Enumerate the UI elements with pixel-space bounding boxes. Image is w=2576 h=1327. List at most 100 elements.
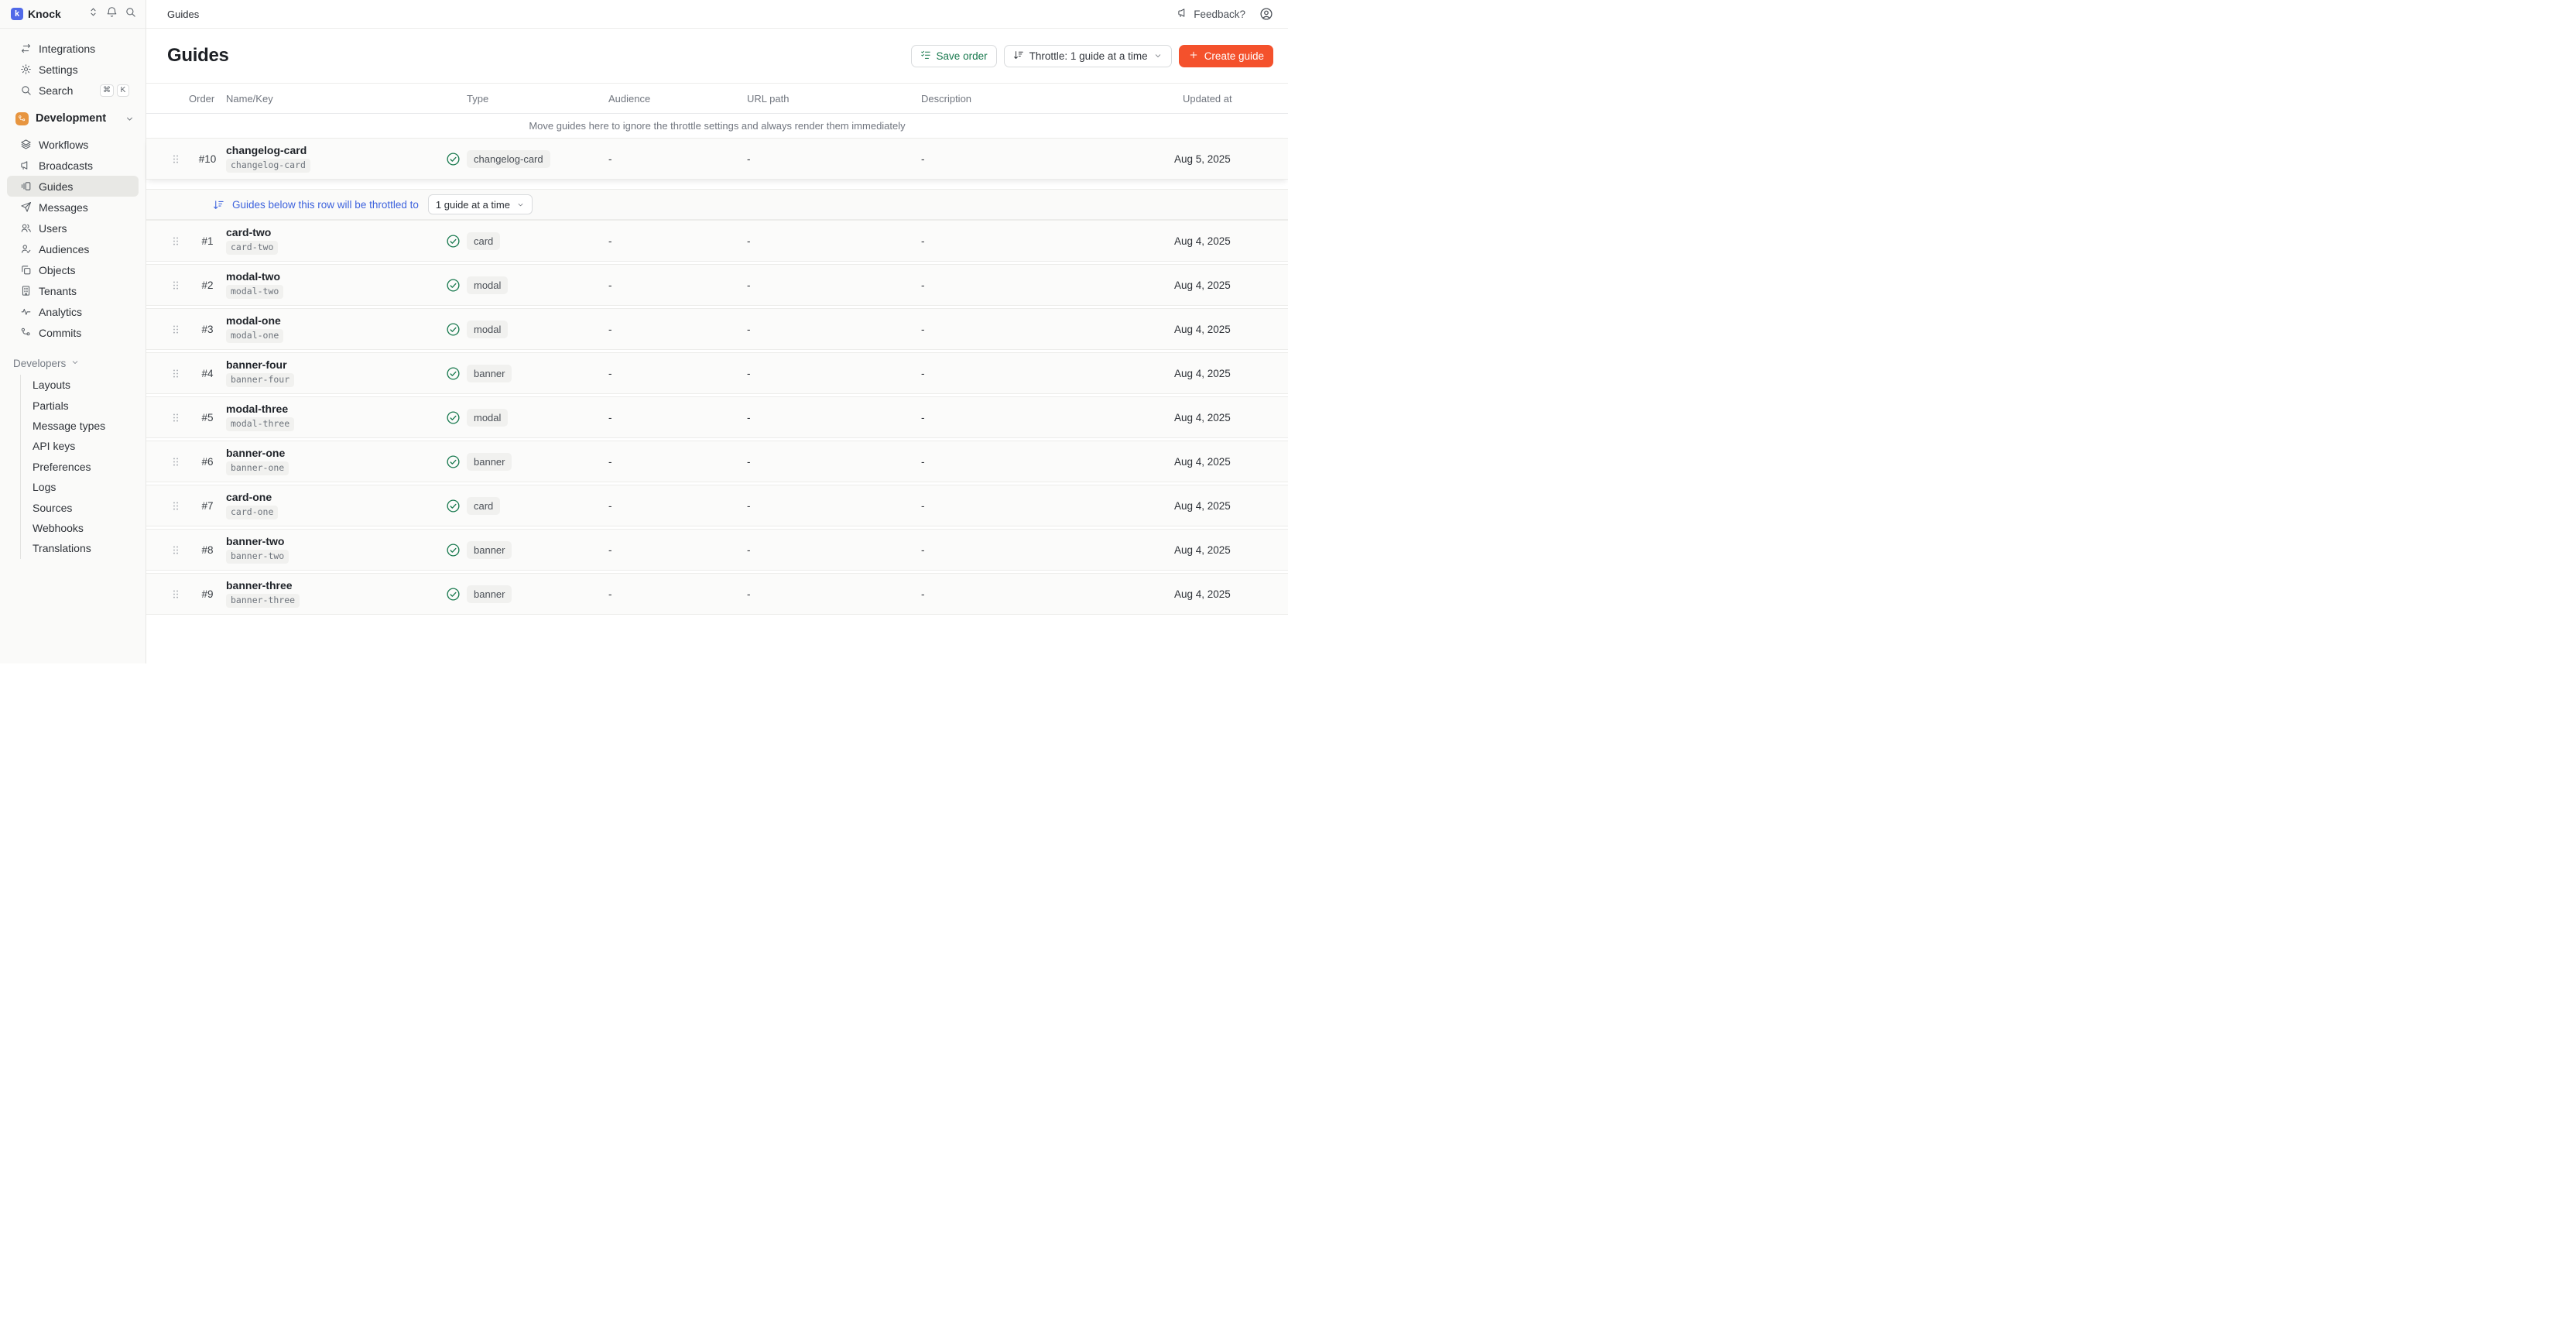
sidebar-top-list: IntegrationsSettingsSearch⌘K [0,38,146,101]
sidebar-item-translations[interactable]: Translations [21,538,146,558]
guide-row[interactable]: #10 changelog-card changelog-card change… [146,138,1288,180]
sidebar-item-preferences[interactable]: Preferences [21,457,146,477]
drag-handle-icon[interactable] [170,543,189,557]
guide-row[interactable]: #5 modal-three modal-three modal - - - A… [146,396,1288,438]
drag-handle-icon[interactable] [170,235,189,248]
guide-row[interactable]: #1 card-two card-two card - - - Aug 4, 2… [146,220,1288,262]
broadcasts-icon [20,159,32,171]
guide-type-badge: banner [467,585,512,603]
sidebar-item-messages[interactable]: Messages [7,197,139,218]
guide-row[interactable]: #7 card-one card-one card - - - Aug 4, 2… [146,485,1288,526]
guide-description: - [921,368,1174,379]
guide-url-path: - [747,588,921,600]
sidebar-item-sources[interactable]: Sources [21,497,146,517]
drag-handle-icon[interactable] [170,455,189,468]
sidebar-nav: IntegrationsSettingsSearch⌘K Development… [0,29,146,559]
sidebar-item-message-types[interactable]: Message types [21,416,146,436]
sidebar-item-users[interactable]: Users [7,218,139,238]
workspace-name[interactable]: Knock [28,8,61,20]
objects-icon [20,264,32,276]
workflows-icon [20,139,32,150]
environment-switcher[interactable]: Development [0,107,146,130]
guide-order: #5 [189,412,226,423]
guide-updated-at: Aug 4, 2025 [1174,456,1288,468]
sidebar-item-commits[interactable]: Commits [7,322,139,343]
sidebar-item-layouts[interactable]: Layouts [21,375,146,395]
guide-description: - [921,456,1174,468]
save-order-button[interactable]: Save order [911,45,997,67]
workspace-row: k Knock [0,0,146,29]
guide-order: #4 [189,368,226,379]
guide-row[interactable]: #9 banner-three banner-three banner - - … [146,573,1288,615]
settings-icon [20,63,32,75]
guide-description: - [921,279,1174,291]
guide-audience: - [608,324,747,335]
guide-type-badge: banner [467,365,512,382]
guide-type-badge: modal [467,409,508,427]
drag-handle-icon[interactable] [170,411,189,424]
drag-handle-icon[interactable] [170,588,189,601]
sidebar-item-api-keys[interactable]: API keys [21,436,146,456]
chevron-down-icon [70,358,80,369]
guide-description: - [921,324,1174,335]
drag-handle-icon[interactable] [170,323,189,336]
active-check-circle-icon [446,322,461,337]
guide-row[interactable]: #4 banner-four banner-four banner - - - … [146,352,1288,394]
sidebar-item-settings[interactable]: Settings [7,59,139,80]
guide-audience: - [608,456,747,468]
drag-handle-icon[interactable] [170,153,189,166]
sidebar-item-webhooks[interactable]: Webhooks [21,518,146,538]
sidebar-item-logs[interactable]: Logs [21,477,146,497]
environment-icon [15,112,29,125]
sidebar-item-partials[interactable]: Partials [21,395,146,415]
drag-handle-icon[interactable] [170,279,189,292]
drag-handle-icon[interactable] [170,367,189,380]
guide-description: - [921,153,1174,165]
active-check-circle-icon [446,410,461,425]
account-avatar-icon[interactable] [1259,7,1273,21]
sidebar-item-objects[interactable]: Objects [7,259,139,280]
create-guide-button[interactable]: Create guide [1179,45,1273,67]
throttle-dropdown-button[interactable]: Throttle: 1 guide at a time [1004,45,1172,67]
megaphone-icon [1177,7,1189,21]
workspace-switcher-icon[interactable] [87,6,99,22]
drag-handle-icon[interactable] [170,499,189,513]
feedback-button[interactable]: Feedback? [1177,7,1245,21]
guide-description: - [921,544,1174,556]
guide-row[interactable]: #8 banner-two banner-two banner - - - Au… [146,529,1288,571]
guide-type-badge: banner [467,541,512,559]
audiences-icon [20,243,32,255]
column-header-order: Order [189,93,226,105]
sidebar-item-guides[interactable]: Guides [7,176,139,197]
guide-url-path: - [747,500,921,512]
guide-key-badge: banner-three [226,594,300,608]
sidebar-item-integrations[interactable]: Integrations [7,38,139,59]
guide-row[interactable]: #6 banner-one banner-one banner - - - Au… [146,441,1288,482]
guide-order: #2 [189,279,226,291]
throttle-amount-select[interactable]: 1 guide at a time [428,194,533,214]
guide-updated-at: Aug 4, 2025 [1174,588,1288,600]
guide-url-path: - [747,412,921,423]
sidebar-item-search[interactable]: Search⌘K [7,80,139,101]
guide-row[interactable]: #3 modal-one modal-one modal - - - Aug 4… [146,308,1288,350]
sidebar-item-audiences[interactable]: Audiences [7,238,139,259]
guide-order: #7 [189,500,226,512]
sidebar-item-broadcasts[interactable]: Broadcasts [7,155,139,176]
notifications-bell-icon[interactable] [106,6,118,22]
guide-description: - [921,588,1174,600]
guide-name: changelog-card [226,145,307,156]
sidebar-item-tenants[interactable]: Tenants [7,280,139,301]
guide-updated-at: Aug 4, 2025 [1174,324,1288,335]
guide-key-badge: card-two [226,241,278,255]
guide-row[interactable]: #2 modal-two modal-two modal - - - Aug 4… [146,264,1288,306]
guide-description: - [921,235,1174,247]
developers-section-toggle[interactable]: Developers [0,353,146,373]
sidebar-item-workflows[interactable]: Workflows [7,134,139,155]
guide-key-badge: banner-one [226,461,289,475]
search-icon [20,84,32,96]
topbar-search-icon[interactable] [125,6,136,22]
sidebar-item-label: Messages [39,201,88,214]
sidebar-item-analytics[interactable]: Analytics [7,301,139,322]
sidebar-item-label: Audiences [39,243,89,255]
active-check-circle-icon [446,543,461,557]
